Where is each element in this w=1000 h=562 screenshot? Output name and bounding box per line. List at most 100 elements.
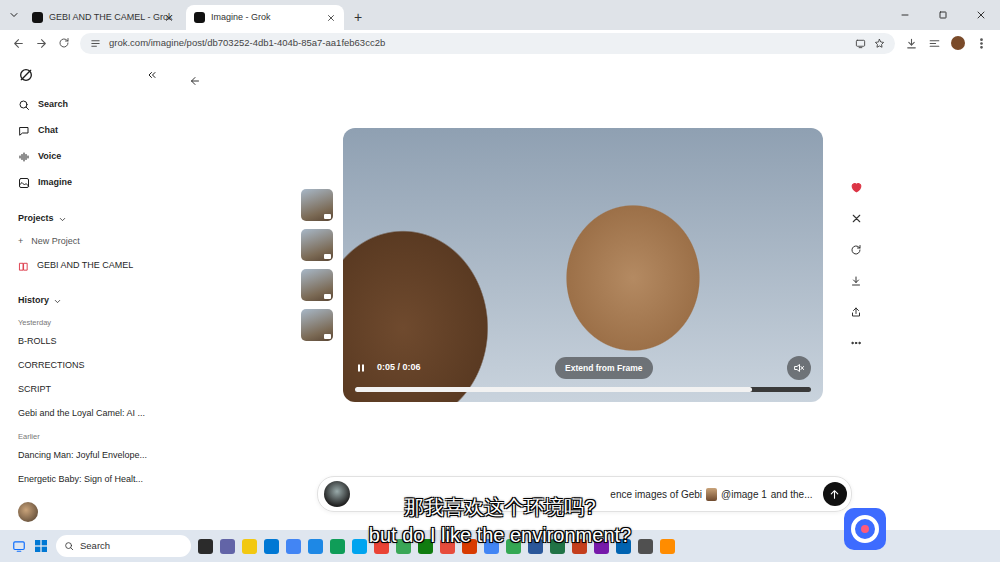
taskbar-app-icon[interactable] bbox=[330, 539, 345, 554]
widgets-icon[interactable] bbox=[12, 539, 26, 553]
project-label[interactable]: GEBI AND THE CAMEL bbox=[37, 259, 133, 273]
browser-tab[interactable]: Imagine - Grok bbox=[186, 5, 344, 30]
history-heading[interactable]: History bbox=[18, 290, 168, 312]
site-info-icon[interactable] bbox=[90, 38, 101, 49]
taskbar-app-icon[interactable] bbox=[550, 539, 565, 554]
taskbar-app-icon[interactable] bbox=[198, 539, 213, 554]
history-item[interactable]: CORRECTIONS bbox=[18, 354, 168, 378]
history-item[interactable]: Energetic Baby: Sign of Healt... bbox=[18, 468, 168, 492]
screen-recorder-icon[interactable] bbox=[842, 506, 888, 552]
taskbar-app-icon[interactable] bbox=[594, 539, 609, 554]
history-label[interactable]: History bbox=[18, 294, 49, 308]
taskbar-app-icon[interactable] bbox=[352, 539, 367, 554]
image-mention[interactable]: @image 1 bbox=[721, 487, 767, 502]
taskbar-app-icon[interactable] bbox=[506, 539, 521, 554]
progress-track[interactable] bbox=[355, 387, 811, 392]
prompt-text-part[interactable]: ence images of Gebi bbox=[610, 487, 702, 502]
video-thumbnail[interactable] bbox=[301, 189, 333, 221]
address-bar[interactable]: grok.com/imagine/post/db703252-4db1-404b… bbox=[80, 33, 895, 54]
more-icon[interactable] bbox=[845, 332, 867, 354]
taskbar-app-icon[interactable] bbox=[528, 539, 543, 554]
taskbar-app-icon[interactable] bbox=[264, 539, 279, 554]
search-label[interactable]: Search bbox=[80, 539, 110, 553]
close-window-icon[interactable] bbox=[962, 0, 1000, 30]
sidebar-item[interactable]: Imagine bbox=[18, 170, 168, 196]
muted-speaker-icon[interactable] bbox=[787, 356, 811, 380]
taskbar-app-icon[interactable] bbox=[220, 539, 235, 554]
sidebar-item[interactable]: Voice bbox=[18, 144, 168, 170]
new-project-label[interactable]: New Project bbox=[31, 235, 80, 249]
taskbar-app-icon[interactable] bbox=[396, 539, 411, 554]
url-text[interactable]: grok.com/imagine/post/db703252-4db1-404b… bbox=[109, 36, 847, 50]
share-icon[interactable] bbox=[845, 301, 867, 323]
sidebar-item[interactable]: Chat bbox=[18, 118, 168, 144]
windows-start-icon[interactable] bbox=[33, 538, 49, 554]
prompt-composer[interactable]: ence images of Gebi @image 1 and the... bbox=[317, 476, 852, 512]
taskbar-app-icon[interactable] bbox=[286, 539, 301, 554]
close-icon[interactable] bbox=[845, 208, 867, 230]
media-controls-icon[interactable] bbox=[928, 37, 941, 50]
video-player[interactable]: 0:05 / 0:06Extend from Frame bbox=[343, 128, 823, 402]
taskbar-app-icon[interactable] bbox=[418, 539, 433, 554]
taskbar-app-icon[interactable] bbox=[374, 539, 389, 554]
grok-logo-icon[interactable] bbox=[18, 67, 34, 83]
chevron-down-icon[interactable] bbox=[58, 215, 67, 224]
profile-avatar-icon[interactable] bbox=[951, 36, 965, 50]
close-tab-icon[interactable] bbox=[164, 13, 174, 23]
nav-label[interactable]: Chat bbox=[38, 124, 58, 138]
nav-label[interactable]: Search bbox=[38, 98, 68, 112]
pause-icon[interactable] bbox=[355, 362, 367, 374]
nav-label[interactable]: Imagine bbox=[38, 176, 72, 190]
new-tab-button[interactable]: + bbox=[348, 5, 368, 30]
taskbar-app-icon[interactable] bbox=[660, 539, 675, 554]
video-thumbnail[interactable] bbox=[301, 229, 333, 261]
taskbar-search[interactable]: Search bbox=[56, 535, 191, 557]
projects-heading[interactable]: Projects bbox=[18, 208, 168, 230]
forward-arrow-icon[interactable] bbox=[35, 37, 48, 50]
downloads-icon[interactable] bbox=[905, 37, 918, 50]
history-item[interactable]: SCRIPT bbox=[18, 378, 168, 402]
history-item[interactable]: B-ROLLS bbox=[18, 330, 168, 354]
nav-label[interactable]: Voice bbox=[38, 150, 61, 164]
taskbar-app-icon[interactable] bbox=[572, 539, 587, 554]
download-icon[interactable] bbox=[845, 270, 867, 292]
history-item[interactable]: Gebi and the Loyal Camel: AI ... bbox=[18, 402, 168, 426]
prompt-text-part[interactable]: and the... bbox=[771, 487, 813, 502]
regenerate-icon[interactable] bbox=[845, 239, 867, 261]
prompt-text[interactable]: ence images of Gebi @image 1 and the... bbox=[356, 487, 817, 502]
close-tab-icon[interactable] bbox=[326, 13, 336, 23]
tab-label[interactable]: Imagine - Grok bbox=[211, 11, 320, 25]
cast-icon[interactable] bbox=[855, 38, 866, 49]
back-arrow-icon[interactable] bbox=[12, 37, 25, 50]
taskbar-app-icon[interactable] bbox=[440, 539, 455, 554]
reload-icon[interactable] bbox=[58, 37, 70, 49]
tab-label[interactable]: GEBI AND THE CAMEL - Grok bbox=[49, 11, 158, 25]
tab-list-icon[interactable] bbox=[8, 9, 20, 21]
heart-icon[interactable] bbox=[845, 177, 867, 199]
attachment-thumbnail-icon[interactable] bbox=[324, 481, 350, 507]
minimize-icon[interactable] bbox=[886, 0, 924, 30]
extend-from-frame-button[interactable]: Extend from Frame bbox=[555, 357, 652, 380]
bookmark-star-icon[interactable] bbox=[874, 38, 885, 49]
video-thumbnail[interactable] bbox=[301, 269, 333, 301]
projects-label[interactable]: Projects bbox=[18, 212, 54, 226]
send-arrow-icon[interactable] bbox=[823, 482, 847, 506]
maximize-icon[interactable] bbox=[924, 0, 962, 30]
taskbar-app-icon[interactable] bbox=[242, 539, 257, 554]
taskbar-app-icon[interactable] bbox=[308, 539, 323, 554]
taskbar-app-icon[interactable] bbox=[484, 539, 499, 554]
browser-menu-icon[interactable] bbox=[975, 37, 988, 50]
history-item[interactable]: Dancing Man: Joyful Envelope... bbox=[18, 444, 168, 468]
project-item[interactable]: GEBI AND THE CAMEL bbox=[18, 254, 168, 278]
collapse-sidebar-icon[interactable] bbox=[146, 69, 158, 81]
browser-tab[interactable]: GEBI AND THE CAMEL - Grok bbox=[24, 5, 182, 30]
back-arrow-icon[interactable] bbox=[184, 70, 206, 92]
taskbar-app-icon[interactable] bbox=[638, 539, 653, 554]
video-thumbnail[interactable] bbox=[301, 309, 333, 341]
chevron-down-icon[interactable] bbox=[53, 297, 62, 306]
taskbar-app-icon[interactable] bbox=[462, 539, 477, 554]
user-avatar-icon[interactable] bbox=[18, 502, 38, 522]
sidebar-item[interactable]: Search bbox=[18, 92, 168, 118]
new-project-button[interactable]: +New Project bbox=[18, 230, 168, 254]
taskbar-app-icon[interactable] bbox=[616, 539, 631, 554]
